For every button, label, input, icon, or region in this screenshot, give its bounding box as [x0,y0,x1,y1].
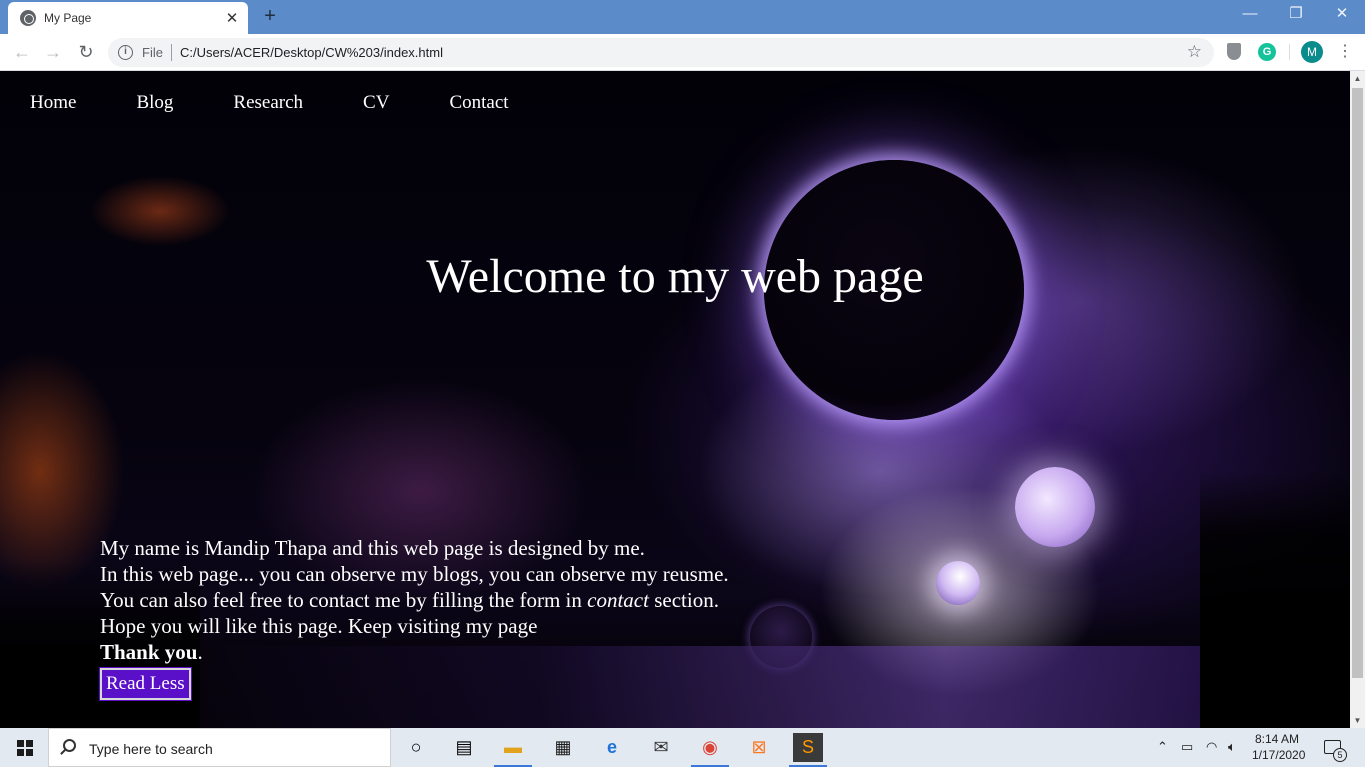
nav-cv[interactable]: CV [363,92,389,114]
nav-contact[interactable]: Contact [449,92,508,114]
battery-icon[interactable]: ▭ [1181,739,1193,755]
intro-line-2: In this web page... you can observe my b… [100,562,729,586]
browser-tab[interactable]: My Page ✕ [8,2,248,34]
intro-text: My name is Mandip Thapa and this web pag… [99,535,729,701]
shield-extension-icon[interactable] [1227,43,1241,60]
windows-logo-icon [17,740,33,756]
back-icon[interactable]: ← [10,41,34,65]
windows-taskbar: Type here to search ○ ▤ ▬ ▦ e ✉ ◉ ⊠ S ⌃ … [0,728,1365,767]
volume-icon[interactable]: 🔈︎ [1228,739,1236,755]
task-view-icon[interactable]: ▤ [449,733,479,762]
taskbar-search-box[interactable]: Type here to search [48,728,391,767]
thanks-punctuation: . [197,640,203,664]
page-viewport: Home Blog Research CV Contact Welcome to… [0,71,1350,728]
clock-time: 8:14 AM [1254,732,1300,746]
search-icon [63,739,76,752]
menu-dots-icon[interactable]: ⋮ [1337,42,1353,62]
globe-icon [20,10,36,26]
url-text[interactable]: C:/Users/ACER/Desktop/CW%203/index.html [180,45,443,60]
forward-icon[interactable]: → [41,41,65,65]
store-icon[interactable]: ▦ [548,733,578,762]
bookmark-star-icon[interactable]: ☆ [1187,42,1202,62]
site-nav: Home Blog Research CV Contact [30,92,569,114]
intro-line-3: You can also feel free to contact me by … [100,587,729,613]
profile-avatar[interactable]: M [1301,41,1323,63]
city-silhouette [1200,471,1350,728]
url-scheme: File [142,45,163,60]
nav-blog[interactable]: Blog [136,92,173,114]
nav-research[interactable]: Research [233,92,303,114]
small-moon-image [936,561,980,605]
address-separator [171,44,172,61]
scroll-up-icon[interactable]: ▲ [1350,71,1365,86]
intro-line-3-end: section. [648,588,719,612]
scrollbar-thumb[interactable] [1352,88,1363,678]
thank-you-text: Thank you [100,640,198,664]
network-icon[interactable]: ◠ [1206,739,1217,755]
tab-strip: My Page ✕ + — ❐ ✕ [0,0,1365,34]
xampp-icon[interactable]: ⊠ [744,733,774,762]
restore-button[interactable]: ❐ [1273,0,1319,30]
chevron-up-icon[interactable]: ⌃ [1157,739,1168,755]
moon-image [1015,467,1095,547]
contact-emphasis: contact [587,588,649,612]
intro-line-4: Hope you will like this page. Keep visit… [100,614,538,638]
clock-date: 1/17/2020 [1252,748,1306,762]
info-icon[interactable]: i [118,45,133,60]
intro-line-1: My name is Mandip Thapa and this web pag… [100,536,645,560]
cortana-icon[interactable]: ○ [401,733,431,762]
notification-count: 5 [1333,748,1347,762]
minimize-button[interactable]: — [1227,0,1273,30]
system-clock[interactable]: 8:14 AM 1/17/2020 [1252,731,1306,763]
browser-toolbar: ← → ↻ i File C:/Users/ACER/Desktop/CW%20… [0,34,1365,71]
mail-icon[interactable]: ✉ [646,733,676,762]
nav-home[interactable]: Home [30,92,76,114]
reload-icon[interactable]: ↻ [74,41,98,65]
search-placeholder: Type here to search [89,741,213,757]
window-close-button[interactable]: ✕ [1319,0,1365,30]
sublime-text-icon[interactable]: S [793,733,823,762]
intro-line-3-start: You can also feel free to contact me by … [100,588,588,612]
thanks-line: Thank you. [100,639,729,665]
scroll-down-icon[interactable]: ▼ [1350,713,1365,728]
edge-icon[interactable]: e [597,733,627,762]
read-less-button[interactable]: Read Less [99,667,192,701]
file-explorer-icon[interactable]: ▬ [498,733,528,762]
start-button[interactable] [0,728,48,767]
toolbar-divider [1289,44,1290,60]
grammarly-extension-icon[interactable]: G [1258,43,1276,61]
tab-close-button[interactable]: ✕ [222,9,242,27]
new-tab-button[interactable]: + [258,5,282,29]
chrome-icon[interactable]: ◉ [695,733,725,762]
tab-title: My Page [44,11,92,25]
page-scrollbar[interactable]: ▲ ▼ [1350,71,1365,728]
hero-title: Welcome to my web page [426,250,924,303]
address-bar[interactable]: i File C:/Users/ACER/Desktop/CW%203/inde… [108,38,1214,67]
